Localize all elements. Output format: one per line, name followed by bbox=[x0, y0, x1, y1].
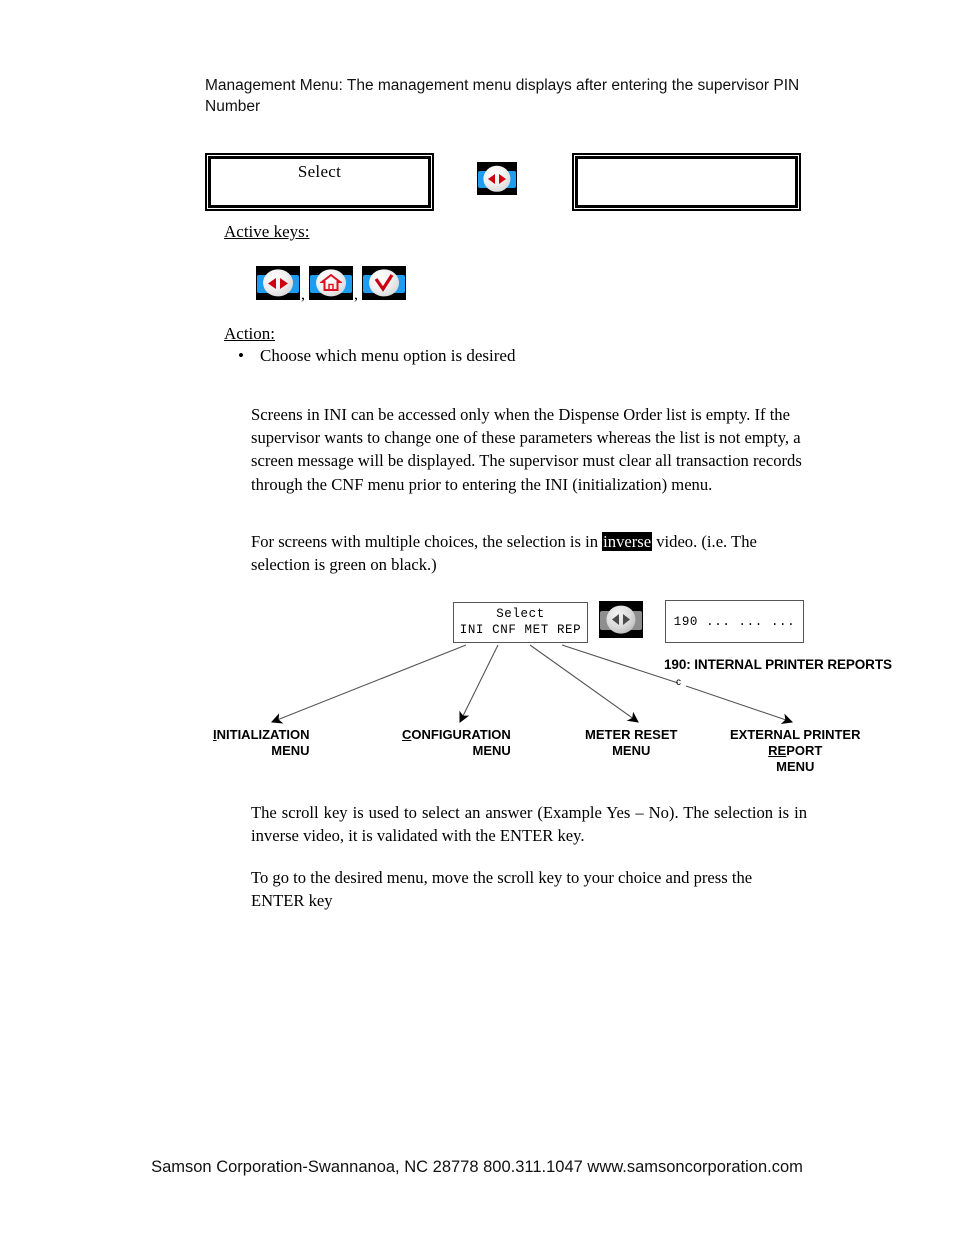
diagram-leaf-meter-reset: METER RESET MENU bbox=[585, 727, 677, 759]
key-separator-2: , bbox=[354, 286, 358, 303]
inverse-text-part1: For screens with multiple choices, the s… bbox=[251, 532, 603, 551]
intro-heading: Management Menu: The management menu dis… bbox=[205, 77, 800, 115]
scroll-arrows-glyph bbox=[256, 266, 300, 300]
menu-tree-diagram: Select INI CNF MET REP 190 ... ... ... 1… bbox=[200, 585, 910, 785]
paragraph-inverse-video: For screens with multiple choices, the s… bbox=[251, 530, 807, 576]
leaf-line1-rest: NITIALIZATION bbox=[216, 727, 310, 742]
leaf-line3: MENU bbox=[776, 759, 815, 774]
scroll-arrows-glyph bbox=[599, 601, 643, 638]
action-item-text: Choose which menu option is desired bbox=[260, 346, 516, 365]
lcd-display-report: 190 ... ... ... bbox=[665, 600, 804, 643]
scroll-key-icon bbox=[256, 266, 300, 300]
lcd-menu-line1: Select bbox=[496, 607, 545, 621]
action-label: Action: bbox=[224, 324, 275, 343]
leaf-underlined-letter: C bbox=[402, 727, 412, 742]
leaf-line2: MENU bbox=[271, 743, 310, 758]
leaf-line1-rest: EXTERNAL PRINTER bbox=[730, 727, 861, 742]
connector-marker-c: c bbox=[676, 677, 681, 688]
action-list-item: • Choose which menu option is desired bbox=[238, 346, 515, 366]
scroll-arrows-glyph bbox=[477, 162, 517, 195]
leaf-line1-rest: ONFIGURATION bbox=[411, 727, 511, 742]
lcd-display-select: Select bbox=[205, 153, 434, 211]
page-footer: Samson Corporation-Swannanoa, NC 28778 8… bbox=[151, 1158, 803, 1176]
report-caption: 190: INTERNAL PRINTER REPORTS bbox=[664, 657, 892, 672]
diagram-leaf-initialization: INITIALIZATION MENU bbox=[213, 727, 310, 759]
document-page: Management Menu: The management menu dis… bbox=[0, 0, 954, 1235]
home-glyph bbox=[309, 266, 353, 300]
scroll-key-icon bbox=[477, 162, 517, 195]
leaf-line1-rest: METER RESET bbox=[585, 727, 678, 742]
leaf-line2: MENU bbox=[612, 743, 651, 758]
leaf-line2-rest: PORT bbox=[786, 743, 823, 758]
lcd-report-text: 190 ... ... ... bbox=[673, 614, 796, 629]
key-separator-1: , bbox=[301, 286, 305, 303]
lcd-display-menu: Select INI CNF MET REP bbox=[453, 602, 588, 643]
checkmark-glyph bbox=[362, 266, 406, 300]
paragraph-goto-menu: To go to the desired menu, move the scro… bbox=[251, 868, 753, 911]
paragraph-ini-access: Screens in INI can be accessed only when… bbox=[251, 405, 802, 494]
leaf-line2-underline: RE bbox=[768, 743, 787, 758]
scroll-key-icon-gray bbox=[599, 601, 643, 638]
active-keys-row: , , bbox=[256, 264, 406, 303]
inverse-highlight: inverse bbox=[602, 532, 653, 551]
active-keys-label: Active keys: bbox=[224, 222, 310, 241]
bullet-icon: • bbox=[238, 346, 244, 365]
leaf-line2: MENU bbox=[472, 743, 511, 758]
diagram-leaf-external-printer: EXTERNAL PRINTER REPORT MENU bbox=[730, 727, 861, 775]
lcd-display-empty bbox=[572, 153, 801, 211]
lcd-display-select-text: Select bbox=[297, 162, 342, 181]
lcd-menu-line2: INI CNF MET REP bbox=[459, 623, 582, 637]
enter-key-icon bbox=[362, 266, 406, 300]
paragraph-scroll-key: The scroll key is used to select an answ… bbox=[251, 803, 807, 846]
diagram-leaf-configuration: CONFIGURATION MENU bbox=[402, 727, 511, 759]
home-key-icon bbox=[309, 266, 353, 300]
